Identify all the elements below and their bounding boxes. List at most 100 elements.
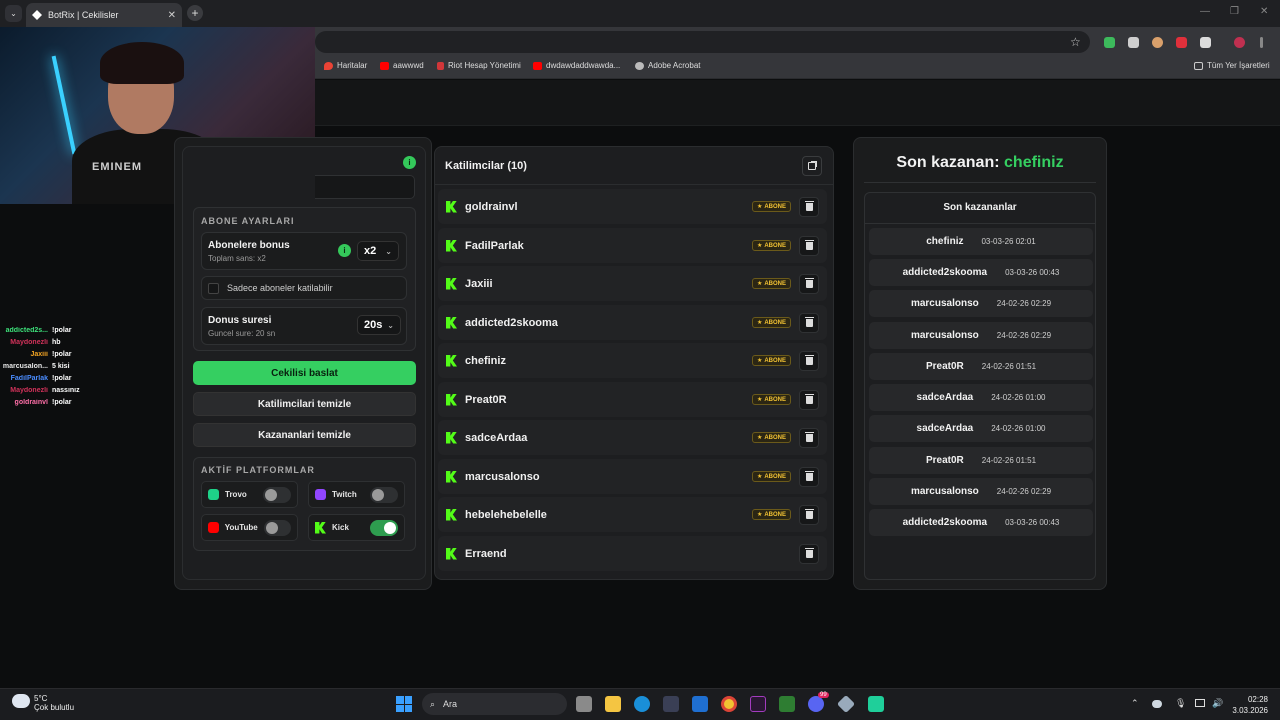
participant-name: sadceArdaa [465,431,528,444]
led-light [51,55,77,155]
tab-strip: ⌄ BotRix | Cekilisler ✕ + — ❐ ✕ [0,0,1280,27]
subscriber-bonus-sub: Toplam sans: x2 [208,254,266,263]
bookmark-youtube-1[interactable]: aawwwd [380,61,424,70]
chat-text: 5 kisi [52,362,70,370]
minimize-icon[interactable]: — [1200,6,1210,17]
participant-name: FadilParlak [465,239,524,252]
browser-menu-icon[interactable] [1260,37,1263,48]
copy-participants-button[interactable] [802,156,822,176]
delete-participant-button[interactable] [799,350,819,371]
chat-message: FadilParlak !polar [0,372,130,384]
winner-name: marcusalonso [910,298,979,309]
weather-widget[interactable]: 5°C Çok bulutlu [34,694,74,712]
search-placeholder: Ara [443,699,458,709]
extensions-puzzle-icon[interactable] [1200,37,1211,48]
onedrive-icon[interactable] [1152,700,1162,708]
delete-participant-button[interactable] [799,312,819,333]
toggle-knob [384,521,396,534]
bookmark-adobe[interactable]: Adobe Acrobat [635,61,700,70]
task-view-icon[interactable] [576,696,592,712]
trovo-toggle[interactable] [263,486,291,503]
start-giveaway-button[interactable]: Cekilisi baslat [193,361,416,385]
platform-name: Kick [332,523,349,532]
file-explorer-icon[interactable] [605,696,621,712]
youtube-icon [208,522,219,533]
edge-icon[interactable] [634,696,650,712]
chrome-icon[interactable] [721,696,737,712]
delete-participant-button[interactable] [799,273,819,294]
giveaway-keyword-input[interactable] [315,175,415,199]
trash-icon [804,393,814,404]
volume-icon[interactable]: 🔊 [1212,698,1223,709]
taskbar-clock[interactable]: 02:28 3.03.2026 [1228,694,1268,716]
delete-participant-button[interactable] [799,196,819,217]
kick-icon [446,277,457,290]
participant-name: addicted2skooma [465,316,558,329]
tab-search-button[interactable]: ⌄ [5,5,22,22]
chat-user: marcusalon... [2,362,48,370]
chat-text: !polar [52,326,72,334]
subscriber-badge: ★ ABONE [751,317,791,328]
riot-icon [437,61,444,70]
extension-shield-icon[interactable] [1104,37,1115,48]
winner-name: sadceArdaa [916,423,974,434]
duration-select[interactable]: 20s ⌄ [357,315,401,335]
all-bookmarks[interactable]: Tüm Yer İşaretleri [1194,61,1270,70]
kick-icon [446,393,457,406]
delete-participant-button[interactable] [799,504,819,525]
address-bar[interactable] [315,31,1090,53]
delete-participant-button[interactable] [799,427,819,448]
only-subs-checkbox[interactable] [208,283,219,294]
delete-participant-button[interactable] [799,543,819,564]
chat-message: marcusalon... 5 kisi [0,360,130,372]
youtube-toggle[interactable] [263,519,291,536]
app-icon[interactable] [750,696,766,712]
winner-name: marcusalonso [910,330,979,341]
kick-toggle[interactable] [370,519,398,536]
windows-start-icon[interactable] [396,696,412,712]
app-icon[interactable] [779,696,795,712]
network-icon[interactable] [1195,699,1205,707]
bookmark-riot[interactable]: Riot Hesap Yönetimi [437,61,521,70]
new-tab-button[interactable]: + [187,5,203,21]
platform-kick: Kick [308,514,405,541]
twitch-toggle[interactable] [370,486,398,503]
store-icon[interactable] [663,696,679,712]
profile-avatar[interactable] [1234,37,1245,48]
maximize-icon[interactable]: ❐ [1230,6,1239,17]
participant-name: goldrainvl [465,200,518,213]
bookmark-star-icon[interactable]: ☆ [1070,35,1081,49]
platforms-title: AKTİF PLATFORMLAR [201,465,315,475]
tray-chevron-icon[interactable]: ⌃ [1131,698,1139,709]
chat-message: addicted2s... !polar [0,324,130,336]
weather-cloud-icon[interactable] [12,694,30,708]
extension-icon[interactable] [1128,37,1139,48]
microphone-icon[interactable]: 🎙 [1175,698,1186,709]
participant-row: chefiniz ★ ABONE [438,343,827,378]
kick-icon [446,354,457,367]
window-close-icon[interactable]: ✕ [1260,6,1268,17]
participant-name: Erraend [465,547,507,560]
winner-row: chefiniz 03-03-26 02:01 [869,228,1093,255]
close-tab-icon[interactable]: ✕ [168,10,176,21]
stream-chat: addicted2s... !polar Maydonezli hb Jaxiii!… [0,324,130,408]
delete-participant-button[interactable] [799,389,819,410]
bonus-multiplier-select[interactable]: x2 ⌄ [357,241,399,261]
app-icon[interactable] [868,696,884,712]
delete-participant-button[interactable] [799,466,819,487]
delete-participant-button[interactable] [799,235,819,256]
mail-icon[interactable] [692,696,708,712]
clear-winners-button[interactable]: Kazananlari temizle [193,423,416,447]
bookmark-youtube-2[interactable]: dwdawdaddwawda... [533,61,620,70]
winner-name: Preat0R [925,455,964,466]
taskbar-search[interactable]: ⌕ Ara [422,693,567,715]
extension-tp-icon[interactable] [1176,37,1187,48]
chat-text: !polar [52,398,72,406]
chat-user: Maydonezli [10,386,48,394]
clear-participants-button[interactable]: Katilimcilari temizle [193,392,416,416]
extension-cookie-icon[interactable] [1152,37,1163,48]
bookmark-maps[interactable]: Haritalar [324,61,367,70]
discord-icon[interactable] [808,696,824,712]
toggle-knob [265,488,277,501]
browser-tab[interactable]: BotRix | Cekilisler ✕ [26,3,182,27]
